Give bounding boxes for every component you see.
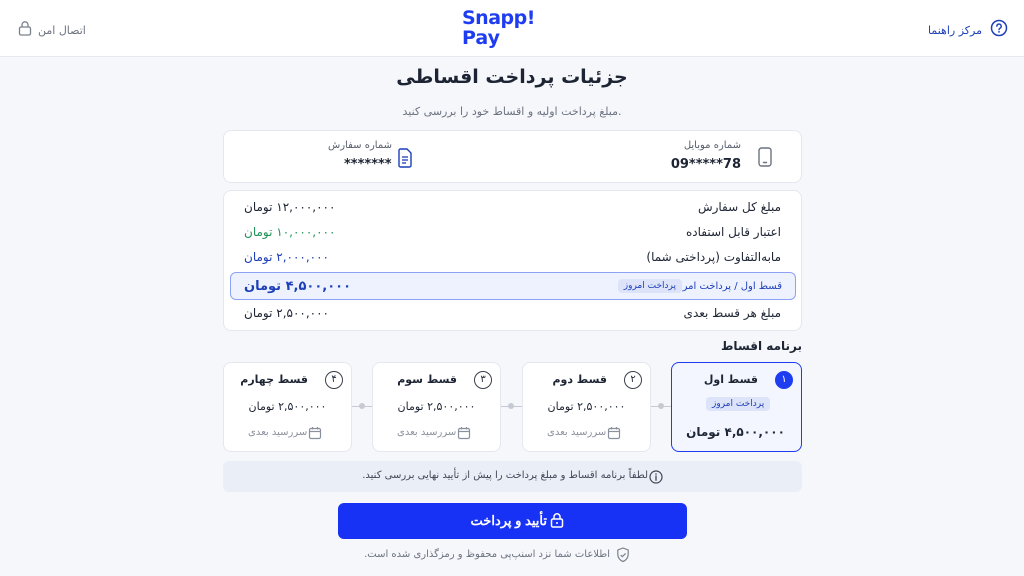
installment-amount: ۲,۵۰۰,۰۰۰ تومان xyxy=(397,400,476,413)
review-notice: لطفاً برنامه اقساط و مبلغ پرداخت را پیش … xyxy=(223,461,802,492)
help-icon xyxy=(990,19,1008,41)
help-center-label: مرکز راهنما xyxy=(928,23,982,37)
summary-label: مابه‌التفاوت (پرداختی شما) xyxy=(646,250,781,264)
timeline-dot xyxy=(359,403,365,409)
summary-value: ۱۲,۰۰۰,۰۰۰ تومان xyxy=(244,200,336,214)
lock-icon xyxy=(550,512,564,531)
info-icon xyxy=(649,469,663,488)
shield-icon xyxy=(616,547,630,567)
summary-row-next-installment: مبلغ هر قسط بعدی ۲,۵۰۰,۰۰۰ تومان xyxy=(224,300,801,326)
confirm-and-pay-button[interactable]: تأیید و پرداخت xyxy=(338,503,687,539)
summary-value: ۲,۰۰۰,۰۰۰ تومان xyxy=(244,250,329,264)
installment-number: ۱ xyxy=(775,371,793,389)
installment-number: ۳ xyxy=(474,371,492,389)
summary-row-credit: اعتبار قابل استفاده ۱۰,۰۰۰,۰۰۰ تومان xyxy=(224,219,801,245)
summary-row-total: مبلغ کل سفارش ۱۲,۰۰۰,۰۰۰ تومان xyxy=(224,194,801,220)
summary-value: ۴,۵۰۰,۰۰۰ تومان xyxy=(244,279,352,294)
summary-label: مبلغ کل سفارش xyxy=(697,200,781,214)
document-icon xyxy=(397,148,413,172)
installment-name: قسط اول xyxy=(703,373,758,386)
timeline-dot xyxy=(658,403,664,409)
installment-amount: ۲,۵۰۰,۰۰۰ تومان xyxy=(547,400,626,413)
help-center-link[interactable]: مرکز راهنما xyxy=(928,19,1008,41)
calendar-icon xyxy=(607,425,621,444)
confirm-and-pay-label: تأیید و پرداخت xyxy=(470,513,547,528)
installment-card-1[interactable]: ۱ قسط اول پرداخت امروز ۴,۵۰۰,۰۰۰ تومان xyxy=(671,362,802,452)
phone-value: 09*****78 xyxy=(670,157,741,172)
installment-name: قسط چهارم xyxy=(240,373,308,386)
pay-today-badge: پرداخت امروز xyxy=(617,279,682,293)
installment-number: ۲ xyxy=(624,371,642,389)
installment-name: قسط سوم xyxy=(397,373,457,386)
summary-row-first-installment: قسط اول / پرداخت امروز پرداخت امروز ۴,۵۰… xyxy=(230,272,796,300)
secure-connection: اتصال امن xyxy=(18,20,86,40)
installment-number: ۴ xyxy=(325,371,343,389)
pay-today-badge: پرداخت امروز xyxy=(706,397,771,411)
installment-card-4[interactable]: ۴ قسط چهارم ۲,۵۰۰,۰۰۰ تومان سررسید بعدی xyxy=(223,362,352,452)
installment-card-2[interactable]: ۲ قسط دوم ۲,۵۰۰,۰۰۰ تومان سررسید بعدی xyxy=(522,362,651,452)
summary-label: قسط اول / پرداخت امروز xyxy=(673,281,782,292)
installment-amount: ۴,۵۰۰,۰۰۰ تومان xyxy=(686,425,785,439)
page-subtitle: مبلغ پرداخت اولیه و اقساط خود را بررسی ک… xyxy=(402,105,622,118)
review-notice-text: لطفاً برنامه اقساط و مبلغ پرداخت را پیش … xyxy=(362,470,648,481)
order-info-card: شماره موبایل 09*****78 شماره سفارش *****… xyxy=(223,130,802,183)
installment-card-3[interactable]: ۳ قسط سوم ۲,۵۰۰,۰۰۰ تومان سررسید بعدی xyxy=(372,362,501,452)
lock-icon xyxy=(18,20,32,40)
summary-row-difference: مابه‌التفاوت (پرداختی شما) ۲,۰۰۰,۰۰۰ توم… xyxy=(224,244,801,270)
calendar-icon xyxy=(457,425,471,444)
mobile-phone-icon xyxy=(757,147,773,171)
due-date-label: سررسید بعدی xyxy=(547,427,607,438)
snapp-pay-logo: Snapp! Pay xyxy=(462,7,535,49)
installment-name: قسط دوم xyxy=(552,373,607,386)
top-bar: مرکز راهنما Snapp! Pay اتصال امن xyxy=(0,0,1024,57)
timeline-dot xyxy=(508,403,514,409)
summary-label: اعتبار قابل استفاده xyxy=(685,225,781,239)
order-number-label: شماره سفارش xyxy=(328,140,392,151)
payment-summary-card: مبلغ کل سفارش ۱۲,۰۰۰,۰۰۰ تومان اعتبار قا… xyxy=(223,190,802,331)
phone-label: شماره موبایل xyxy=(683,140,741,151)
installment-plan-title: برنامه اقساط xyxy=(720,339,802,353)
calendar-icon xyxy=(308,425,322,444)
order-number-value: ******* xyxy=(344,157,392,172)
summary-label: مبلغ هر قسط بعدی xyxy=(683,306,781,320)
summary-value: ۱۰,۰۰۰,۰۰۰ تومان xyxy=(244,225,336,239)
page-title: جزئیات پرداخت اقساطی xyxy=(396,66,628,88)
secure-connection-label: اتصال امن xyxy=(38,23,86,37)
privacy-footer-text: اطلاعات شما نزد اسنپ‌پی محفوظ و رمزگذاری… xyxy=(364,549,610,560)
due-date-label: سررسید بعدی xyxy=(397,427,457,438)
summary-value: ۲,۵۰۰,۰۰۰ تومان xyxy=(244,306,329,320)
installment-amount: ۲,۵۰۰,۰۰۰ تومان xyxy=(248,400,327,413)
due-date-label: سررسید بعدی xyxy=(248,427,308,438)
